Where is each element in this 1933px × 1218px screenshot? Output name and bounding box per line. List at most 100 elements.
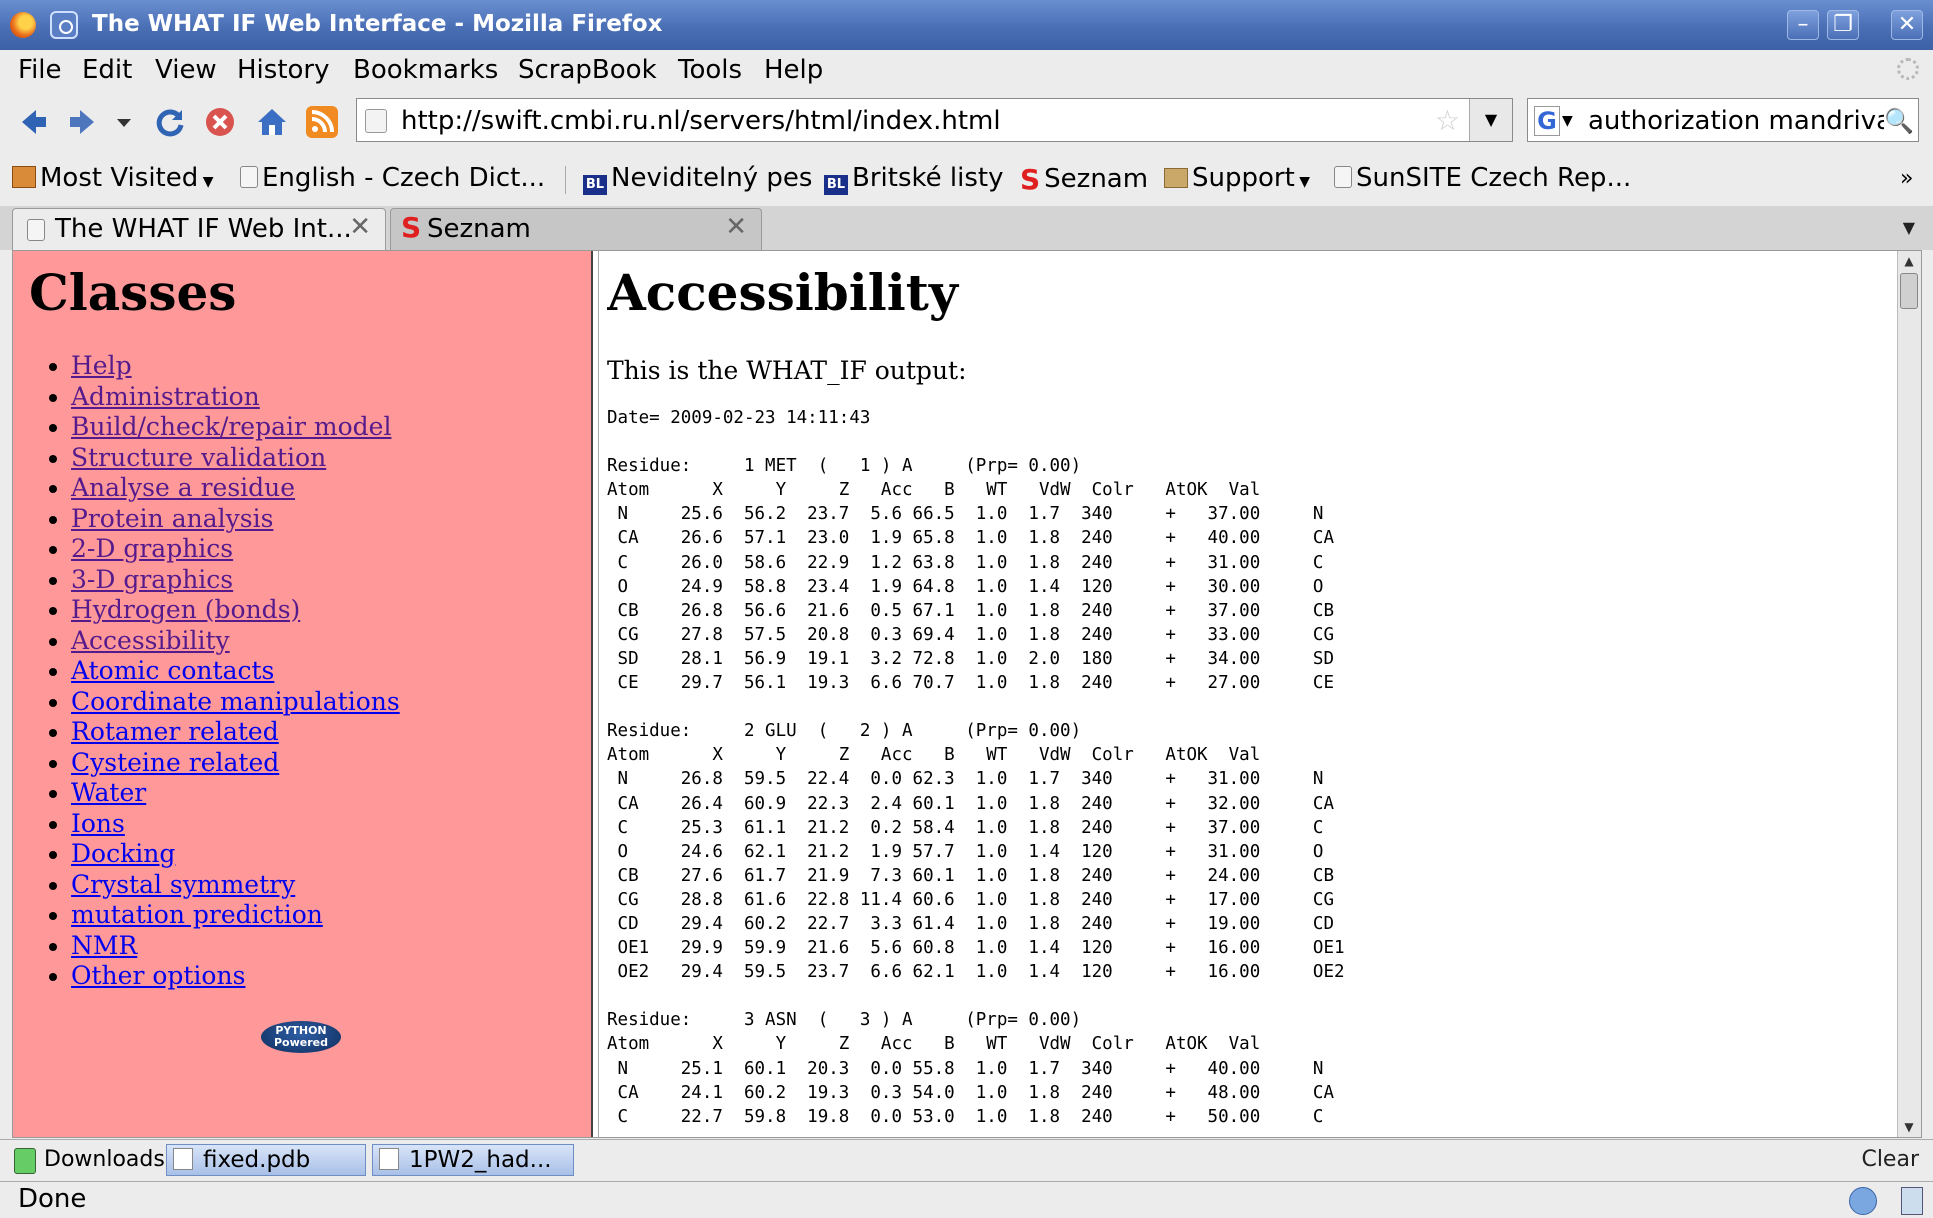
scroll-thumb[interactable] (1900, 273, 1918, 309)
tab-what-if[interactable]: The WHAT IF Web Int... ✕ (12, 208, 386, 250)
window-title: The WHAT IF Web Interface - Mozilla Fire… (92, 11, 663, 37)
tab-seznam[interactable]: S Seznam ✕ (390, 208, 762, 250)
maximize-button[interactable]: ❐ (1827, 10, 1859, 40)
menu-bookmarks[interactable]: Bookmarks (353, 55, 498, 85)
minimize-button[interactable]: – (1787, 10, 1819, 40)
status-text: Done (18, 1184, 87, 1214)
close-tab-icon[interactable]: ✕ (725, 212, 747, 242)
firefox-window: The WHAT IF Web Interface - Mozilla Fire… (0, 0, 1933, 1218)
class-link-3-d-graphics[interactable]: 3-D graphics (71, 565, 233, 594)
class-link-build-check-repair-model[interactable]: Build/check/repair model (71, 412, 391, 441)
class-list-item: Crystal symmetry (71, 870, 400, 901)
search-bar[interactable]: G ▼ authorization mandriva 🔍 (1527, 98, 1919, 142)
menu-history[interactable]: History (237, 55, 330, 85)
window-menu-icon[interactable] (50, 11, 78, 39)
menu-help[interactable]: Help (764, 55, 823, 85)
url-dropdown-icon[interactable]: ▼ (1469, 99, 1512, 141)
class-link-structure-validation[interactable]: Structure validation (71, 443, 326, 472)
bookmark-britske-listy[interactable]: BL Britské listy (824, 163, 1003, 195)
class-link-rotamer-related[interactable]: Rotamer related (71, 717, 279, 746)
throbber-icon (1897, 58, 1919, 80)
class-link-hydrogen-bonds[interactable]: Hydrogen (bonds) (71, 595, 300, 624)
frame-divider[interactable] (591, 251, 599, 1137)
page-icon (240, 166, 258, 188)
class-link-mutation-prediction[interactable]: mutation prediction (71, 900, 323, 929)
output-line: Atom X Y Z Acc B WT VdW Colr AtOK Val (607, 1034, 1261, 1055)
class-link-accessibility[interactable]: Accessibility (71, 626, 230, 655)
title-bar: The WHAT IF Web Interface - Mozilla Fire… (0, 0, 1933, 50)
class-link-ions[interactable]: Ions (71, 809, 125, 838)
reload-icon[interactable] (154, 106, 186, 138)
scroll-up-icon[interactable]: ▲ (1899, 251, 1919, 271)
bookmark-english-czech[interactable]: English - Czech Dict... (240, 163, 545, 193)
python-powered-logo: PYTHON Powered (261, 1021, 341, 1053)
site-identity-icon[interactable] (365, 109, 387, 133)
menu-view[interactable]: View (155, 55, 217, 85)
output-line: Atom X Y Z Acc B WT VdW Colr AtOK Val (607, 480, 1261, 501)
bookmark-support-folder[interactable]: Support ▼ (1164, 163, 1310, 193)
class-list-item: Water (71, 778, 400, 809)
navigation-toolbar: http://swift.cmbi.ru.nl/servers/html/ind… (0, 92, 1933, 150)
tab-bar: The WHAT IF Web Int... ✕ S Seznam ✕ ▼ (0, 206, 1933, 250)
class-link-crystal-symmetry[interactable]: Crystal symmetry (71, 870, 295, 899)
page-icon (1334, 166, 1352, 188)
forward-icon[interactable] (66, 106, 98, 138)
tab-list-dropdown-icon[interactable]: ▼ (1903, 218, 1915, 237)
download-item[interactable]: 1PW2_had... (372, 1144, 574, 1176)
stop-icon[interactable] (204, 106, 236, 138)
back-icon[interactable] (18, 106, 50, 138)
class-link-nmr[interactable]: NMR (71, 931, 137, 960)
search-icon[interactable]: 🔍 (1884, 107, 1914, 135)
class-list-item: 2-D graphics (71, 534, 400, 565)
menu-bar: File Edit View History Bookmarks ScrapBo… (0, 52, 1933, 88)
google-engine-icon[interactable]: G (1534, 106, 1560, 136)
bookmark-most-visited[interactable]: Most Visited ▼ (12, 163, 213, 193)
bookmark-neviditelny-pes[interactable]: BL Neviditelný pes (583, 163, 812, 195)
class-link-water[interactable]: Water (71, 778, 146, 807)
class-link-administration[interactable]: Administration (71, 382, 260, 411)
search-input[interactable]: authorization mandriva (1588, 106, 1892, 136)
menu-file[interactable]: File (18, 55, 62, 85)
bookmark-star-icon[interactable]: ☆ (1435, 104, 1460, 137)
class-link-cysteine-related[interactable]: Cysteine related (71, 748, 279, 777)
clear-downloads-button[interactable]: Clear (1861, 1144, 1919, 1176)
output-line: SD 28.1 56.9 19.1 3.2 72.8 1.0 2.0 180 +… (607, 648, 1334, 669)
class-link-atomic-contacts[interactable]: Atomic contacts (71, 656, 274, 685)
output-frame: Accessibility This is the WHAT_IF output… (607, 251, 1897, 1137)
menu-edit[interactable]: Edit (82, 55, 132, 85)
class-link-coordinate-manipulations[interactable]: Coordinate manipulations (71, 687, 400, 716)
class-link-2-d-graphics[interactable]: 2-D graphics (71, 534, 233, 563)
bookmark-sunsite[interactable]: SunSITE Czech Rep... (1334, 163, 1631, 193)
class-link-docking[interactable]: Docking (71, 839, 175, 868)
close-window-button[interactable]: ✕ (1891, 10, 1923, 40)
network-status-icon[interactable] (1849, 1187, 1877, 1215)
class-list-item: Hydrogen (bonds) (71, 595, 400, 626)
menu-tools[interactable]: Tools (678, 55, 742, 85)
output-line: Date= 2009-02-23 14:11:43 (607, 408, 871, 428)
output-line: CB 27.6 61.7 21.9 7.3 60.1 1.0 1.8 240 +… (607, 865, 1334, 886)
whatif-output: Date= 2009-02-23 14:11:43 Residue: 1 MET … (607, 406, 1345, 1129)
vertical-scrollbar[interactable]: ▲ ▼ (1897, 251, 1921, 1137)
class-link-other-options[interactable]: Other options (71, 961, 245, 990)
history-dropdown-icon[interactable] (114, 106, 134, 138)
bookmarks-overflow-chevron[interactable]: » (1900, 166, 1913, 191)
download-item[interactable]: fixed.pdb (166, 1144, 366, 1176)
class-link-protein-analysis[interactable]: Protein analysis (71, 504, 273, 533)
output-line: OE2 29.4 59.5 23.7 6.6 62.1 1.0 1.4 120 … (607, 962, 1345, 983)
engine-dropdown-icon[interactable]: ▼ (1562, 113, 1573, 129)
scrapbook-status-icon[interactable] (1901, 1187, 1923, 1215)
home-icon[interactable] (256, 106, 288, 138)
scroll-down-icon[interactable]: ▼ (1899, 1117, 1919, 1137)
rss-icon[interactable] (306, 106, 338, 138)
url-input[interactable]: http://swift.cmbi.ru.nl/servers/html/ind… (401, 106, 1001, 136)
close-tab-icon[interactable]: ✕ (349, 212, 371, 242)
class-link-analyse-a-residue[interactable]: Analyse a residue (71, 473, 295, 502)
class-link-help[interactable]: Help (71, 351, 132, 380)
downloads-button[interactable]: Downloads (12, 1144, 165, 1176)
url-bar[interactable]: http://swift.cmbi.ru.nl/servers/html/ind… (356, 98, 1513, 142)
menu-scrapbook[interactable]: ScrapBook (518, 55, 657, 85)
bookmark-seznam[interactable]: S Seznam (1020, 163, 1148, 196)
seznam-icon: S (401, 211, 422, 244)
output-line: Residue: 1 MET ( 1 ) A (Prp= 0.00) (607, 456, 1082, 477)
